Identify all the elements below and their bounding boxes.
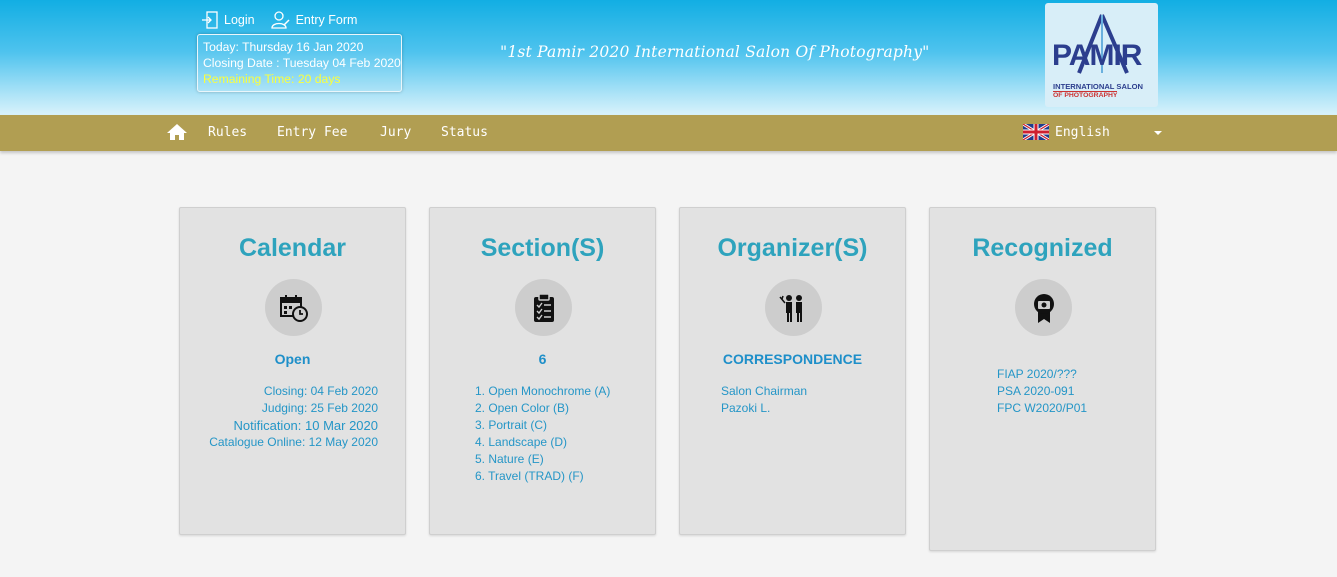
notification-date: Notification: 10 Mar 2020 — [233, 418, 378, 433]
entry-form-link[interactable]: Entry Form — [270, 11, 358, 29]
recognized-list: FIAP 2020/??? PSA 2020-091 FPC W2020/P01 — [997, 366, 1087, 417]
header: Login Entry Form Today: Thursday 16 Jan … — [0, 0, 1337, 115]
sections-list: 1. Open Monochrome (A) 2. Open Color (B)… — [475, 383, 610, 485]
list-item[interactable]: 1. Open Monochrome (A) — [475, 383, 610, 400]
list-item[interactable]: PSA 2020-091 — [997, 383, 1087, 400]
organizer-role: Salon Chairman — [721, 384, 808, 398]
organizers-card: Organizer(S) CORRESPONDENCE Salon Chairm… — [679, 207, 906, 535]
list-item[interactable]: 5. Nature (E) — [475, 451, 610, 468]
organizers-title: Organizer(S) — [717, 234, 868, 262]
calendar-title: Calendar — [239, 234, 346, 262]
organizers-icon-circle — [765, 279, 822, 336]
sections-icon-circle — [515, 279, 572, 336]
organizer-people-icon — [778, 294, 802, 322]
closing-date-text: Closing Date : Tuesday 04 Feb 2020 — [203, 56, 401, 70]
closing-date: Closing: 04 Feb 2020 — [263, 384, 378, 398]
calendar-dates: Closing: 04 Feb 2020 Judging: 25 Feb 202… — [209, 383, 378, 451]
today-text: Today: Thursday 16 Jan 2020 — [203, 40, 364, 54]
nav-status[interactable]: Status — [441, 125, 488, 140]
language-label: English — [1055, 124, 1110, 140]
calendar-card: Calendar Open Closing: 04 Feb 2020 Judgi… — [179, 207, 406, 535]
user-edit-icon — [270, 11, 290, 29]
list-item[interactable]: 6. Travel (TRAD) (F) — [475, 468, 610, 485]
nav-entry-fee[interactable]: Entry Fee — [277, 125, 347, 140]
sections-card: Section(S) 6 1. Open Monochrome (A) 2. O… — [429, 207, 656, 535]
recognized-card: Recognized FIAP 2020/??? PSA 2020-091 FP… — [929, 207, 1156, 551]
calendar-icon-circle — [265, 279, 322, 336]
list-item[interactable]: FIAP 2020/??? — [997, 366, 1087, 383]
home-icon — [167, 124, 187, 140]
judging-date: Judging: 25 Feb 2020 — [261, 401, 378, 415]
calendar-clock-icon — [279, 294, 308, 322]
logo-text: PAMIR — [1052, 39, 1142, 72]
top-links: Login Entry Form — [201, 11, 357, 29]
language-selector[interactable]: English — [1023, 124, 1110, 140]
organizer-name[interactable]: Pazoki L. — [721, 400, 807, 417]
uk-flag-icon — [1023, 124, 1049, 140]
list-item[interactable]: 2. Open Color (B) — [475, 400, 610, 417]
list-item[interactable]: FPC W2020/P01 — [997, 400, 1087, 417]
clipboard-icon — [533, 292, 554, 322]
list-item[interactable]: 4. Landscape (D) — [475, 434, 610, 451]
login-icon — [202, 11, 218, 29]
calendar-status: Open — [274, 351, 311, 367]
navbar: Rules Entry Fee Jury Status English — [0, 115, 1337, 151]
recognized-title: Recognized — [972, 234, 1113, 262]
organizers-heading: CORRESPONDENCE — [722, 351, 863, 367]
date-info-box: Today: Thursday 16 Jan 2020 Closing Date… — [197, 34, 402, 92]
nav-rules[interactable]: Rules — [208, 125, 247, 140]
organizers-list: Salon Chairman Pazoki L. — [721, 383, 807, 417]
chevron-down-icon[interactable] — [1154, 131, 1162, 135]
sections-count: 6 — [538, 351, 547, 367]
recognized-icon-circle — [1015, 279, 1072, 336]
login-link[interactable]: Login — [201, 11, 255, 29]
catalogue-date: Catalogue Online: 12 May 2020 — [209, 435, 378, 449]
salon-title: "1st Pamir 2020 International Salon Of P… — [500, 43, 930, 61]
pamir-logo[interactable]: PAMIR INTERNATIONAL SALON OF PHOTOGRAPHY — [1045, 3, 1158, 107]
logo-subtext-2: OF PHOTOGRAPHY — [1053, 91, 1118, 99]
camera-badge-icon — [1033, 293, 1054, 323]
sections-title: Section(S) — [480, 234, 605, 262]
logo-subtext-1: INTERNATIONAL SALON — [1053, 82, 1143, 91]
list-item[interactable]: 3. Portrait (C) — [475, 417, 610, 434]
login-label: Login — [224, 13, 255, 27]
nav-jury[interactable]: Jury — [380, 125, 411, 140]
nav-home[interactable] — [166, 123, 188, 146]
entry-form-label: Entry Form — [295, 13, 358, 27]
remaining-time-text: Remaining Time: 20 days — [203, 72, 341, 86]
